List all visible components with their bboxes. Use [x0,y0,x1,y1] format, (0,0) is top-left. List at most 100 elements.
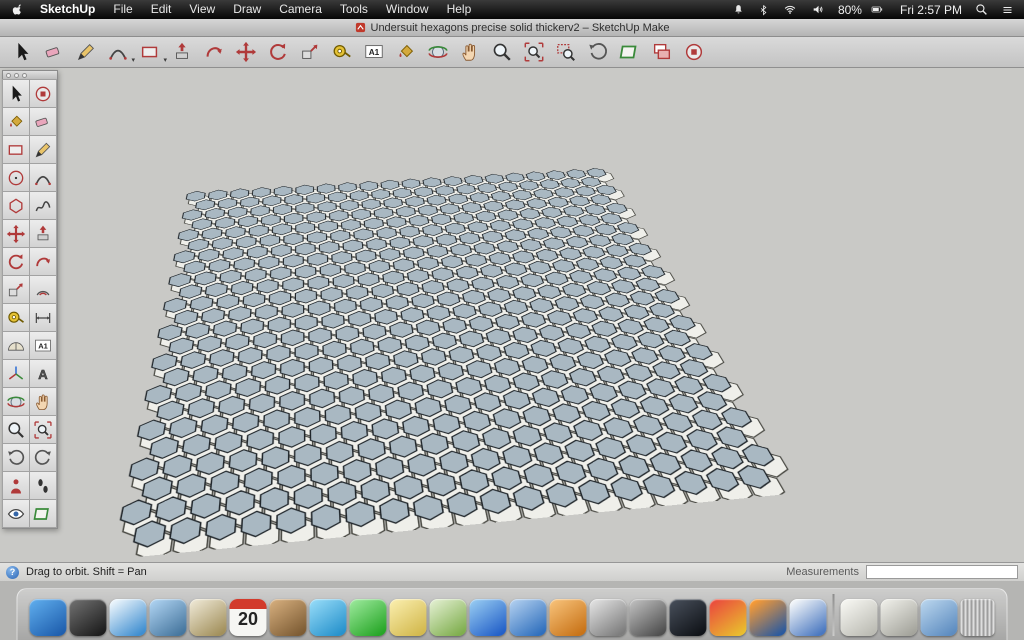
dock-itunes[interactable] [470,599,507,636]
tool-follow-me[interactable] [200,39,227,65]
dock-launchpad[interactable] [70,599,107,636]
palette-dimension[interactable] [29,303,57,332]
notification-center-icon[interactable] [1001,4,1014,16]
tool-zoom-window[interactable] [552,39,579,65]
dock-sketchup[interactable] [790,599,827,636]
dock-chrome[interactable] [710,599,747,636]
palette-eraser[interactable] [29,107,57,136]
palette-walk[interactable] [29,471,57,500]
dock-preferences[interactable] [590,599,627,636]
menu-view[interactable]: View [180,0,224,19]
dock-finder[interactable] [30,599,67,636]
dock-facetime[interactable] [350,599,387,636]
menu-tools[interactable]: Tools [331,0,377,19]
palette-axes[interactable] [2,359,30,388]
tool-scale[interactable] [296,39,323,65]
tool-arc[interactable]: ▾ [104,39,131,65]
tool-shapes[interactable]: ▾ [136,39,163,65]
menu-file[interactable]: File [104,0,141,19]
palette-pan[interactable] [29,387,57,416]
dropdown-caret-icon[interactable]: ▾ [131,56,135,64]
tool-zoom-extents[interactable] [520,39,547,65]
dock-notes[interactable] [390,599,427,636]
hexagon-model[interactable] [96,163,834,561]
palette-section-plane[interactable] [29,499,57,528]
palette-circle[interactable] [2,163,30,192]
menu-clock[interactable]: Fri 2:57 PM [900,3,962,17]
dock-steam[interactable] [670,599,707,636]
dock-photos[interactable] [190,599,227,636]
model-viewport[interactable] [0,68,1024,562]
dock-calendar[interactable]: 20 [230,599,267,636]
palette-next-view[interactable] [29,443,57,472]
dock-mail[interactable] [150,599,187,636]
menu-draw[interactable]: Draw [224,0,270,19]
palette-polygon[interactable] [2,191,30,220]
palette-make-component[interactable] [29,79,57,108]
palette-look-around[interactable] [2,499,30,528]
palette-move[interactable] [2,219,30,248]
tool-push-pull[interactable] [168,39,195,65]
palette-select[interactable] [2,79,30,108]
measurements-input[interactable] [866,565,1018,579]
palette-position-camera[interactable] [2,471,30,500]
dropdown-caret-icon[interactable]: ▾ [163,56,167,64]
palette-rectangle[interactable] [2,135,30,164]
volume-icon[interactable] [811,3,825,16]
spotlight-icon[interactable] [975,3,988,16]
tool-section-plane[interactable] [616,39,643,65]
tool-tape-measure[interactable] [328,39,355,65]
palette-follow-me[interactable] [29,247,57,276]
tool-palette[interactable] [2,70,58,529]
dock-app-store[interactable] [510,599,547,636]
tool-move[interactable] [232,39,259,65]
menu-camera[interactable]: Camera [270,0,331,19]
palette-scale[interactable] [2,275,30,304]
bell-icon[interactable] [732,3,745,17]
menu-app-name[interactable]: SketchUp [31,0,104,19]
menu-edit[interactable]: Edit [142,0,181,19]
dock-trash[interactable] [961,599,995,636]
tool-pan[interactable] [456,39,483,65]
help-icon[interactable]: ? [6,566,19,579]
palette-arc[interactable] [29,163,57,192]
apple-menu-icon[interactable] [10,2,31,17]
palette-previous-view[interactable] [2,443,30,472]
palette-3d-text[interactable] [29,359,57,388]
menu-window[interactable]: Window [377,0,438,19]
battery-indicator[interactable]: 80% [838,3,887,17]
tool-paint-bucket[interactable] [392,39,419,65]
palette-zoom[interactable] [2,415,30,444]
menu-help[interactable]: Help [438,0,481,19]
tool-components[interactable] [680,39,707,65]
dock-utilities[interactable] [630,599,667,636]
palette-tape-measure[interactable] [2,303,30,332]
tool-zoom[interactable] [488,39,515,65]
palette-zoom-extents[interactable] [29,415,57,444]
tool-eraser[interactable] [40,39,67,65]
dock-shared-folder[interactable] [921,599,958,636]
tool-select[interactable] [8,39,35,65]
dock-contacts[interactable] [270,599,307,636]
tool-text[interactable] [360,39,387,65]
dock-messages[interactable] [310,599,347,636]
tool-previous-view[interactable] [584,39,611,65]
palette-paint-bucket[interactable] [2,107,30,136]
dock-maps[interactable] [430,599,467,636]
window-title-bar[interactable]: Undersuit hexagons precise solid thicker… [0,19,1024,37]
palette-offset[interactable] [29,275,57,304]
wifi-icon[interactable] [782,3,798,16]
palette-line[interactable] [29,135,57,164]
tool-orbit[interactable] [424,39,451,65]
dock-documents-stack[interactable] [841,599,878,636]
palette-protractor[interactable] [2,331,30,360]
tool-layers[interactable] [648,39,675,65]
palette-orbit[interactable] [2,387,30,416]
dock-ibooks[interactable] [550,599,587,636]
dock-firefox[interactable] [750,599,787,636]
dock-downloads-stack[interactable] [881,599,918,636]
palette-push-pull[interactable] [29,219,57,248]
palette-text[interactable] [29,331,57,360]
palette-rotate[interactable] [2,247,30,276]
tool-rotate[interactable] [264,39,291,65]
